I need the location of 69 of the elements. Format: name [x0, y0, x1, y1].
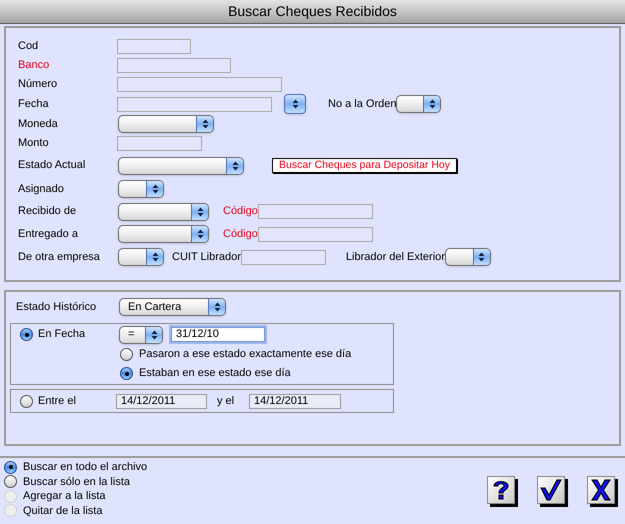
- field-label: CUIT Librador: [172, 250, 241, 263]
- field-label: Recibido de: [18, 204, 78, 220]
- field-label: Monto: [18, 136, 50, 152]
- input-field[interactable]: 14/12/2011: [116, 394, 207, 408]
- radio-label: Entre el: [38, 394, 77, 409]
- up-down-arrows-icon: [232, 160, 238, 170]
- radio-button[interactable]: [120, 367, 133, 380]
- radio-label: Buscar en todo el archivo: [23, 460, 148, 475]
- check-icon: [540, 479, 562, 501]
- input-field[interactable]: [117, 96, 272, 112]
- field-label: Código: [223, 228, 258, 240]
- up-down-arrows-icon: [196, 229, 204, 239]
- cancel-button[interactable]: [587, 476, 615, 504]
- field-label: Estado Actual: [18, 158, 86, 174]
- input-field[interactable]: [258, 204, 373, 219]
- input-field[interactable]: [117, 39, 191, 54]
- search-deposit-button[interactable]: Buscar Cheques para Depositar Hoy: [272, 158, 458, 173]
- field-label: De otra empresa: [18, 250, 101, 265]
- close-icon: [591, 479, 611, 501]
- up-down-arrows-icon: [214, 302, 220, 312]
- field-label: Código: [223, 205, 258, 218]
- up-down-arrows-icon: [150, 330, 158, 340]
- up-down-arrows-icon: [196, 206, 204, 216]
- up-down-arrows-icon: [428, 99, 436, 109]
- title-bar: Buscar Cheques Recibidos: [0, 0, 625, 24]
- dropdown[interactable]: [444, 248, 491, 266]
- field-label: Cod: [18, 39, 40, 54]
- radio-label: Pasaron a ese estado exactamente ese día: [139, 347, 352, 362]
- radio-label: Buscar sólo en la lista: [23, 474, 130, 490]
- field-label: No a la Orden: [328, 98, 396, 110]
- radio-button[interactable]: [20, 394, 33, 408]
- input-field[interactable]: 31/12/10: [171, 326, 265, 342]
- dropdown[interactable]: =: [119, 326, 163, 344]
- radio-button[interactable]: [4, 460, 17, 474]
- field-label: Número: [18, 77, 58, 92]
- input-field[interactable]: [117, 58, 231, 73]
- dropdown[interactable]: [118, 248, 164, 266]
- field-label: Entregado a: [18, 226, 79, 242]
- input-field[interactable]: [258, 226, 373, 242]
- field-label: Moneda: [18, 116, 59, 132]
- radio-label: En Fecha: [38, 327, 86, 342]
- radio-label: Estaban en ese estado ese día: [139, 366, 291, 382]
- input-field[interactable]: [240, 250, 326, 264]
- radio-button[interactable]: [20, 328, 33, 341]
- radio-label: Quitar de la lista: [23, 504, 102, 518]
- up-down-arrows-icon: [478, 252, 486, 262]
- input-field[interactable]: [117, 136, 202, 151]
- field-label: Asignado: [18, 182, 65, 197]
- field-label: Librador del Exterior: [346, 250, 445, 263]
- field-label: Banco: [18, 58, 50, 74]
- up-down-arrows-icon: [152, 184, 158, 194]
- dropdown[interactable]: [396, 95, 442, 113]
- dropdown[interactable]: [118, 180, 164, 198]
- field-label: y el: [217, 394, 236, 409]
- date-stepper[interactable]: [284, 94, 306, 114]
- up-down-arrows-icon: [292, 99, 298, 109]
- input-field[interactable]: [117, 77, 282, 92]
- input-field[interactable]: 14/12/2011: [249, 394, 341, 408]
- field-label: Fecha: [18, 96, 50, 112]
- help-icon: [492, 479, 510, 501]
- field-label: Estado Histórico: [16, 300, 98, 315]
- dropdown[interactable]: En Cartera: [119, 298, 226, 316]
- radio-label: Agregar a la lista: [23, 489, 106, 504]
- radio-button[interactable]: [120, 348, 133, 361]
- radio-button[interactable]: [4, 475, 17, 488]
- up-down-arrows-icon: [202, 119, 208, 129]
- accept-button[interactable]: [537, 476, 565, 504]
- help-button[interactable]: [487, 476, 515, 504]
- up-down-arrows-icon: [152, 252, 158, 262]
